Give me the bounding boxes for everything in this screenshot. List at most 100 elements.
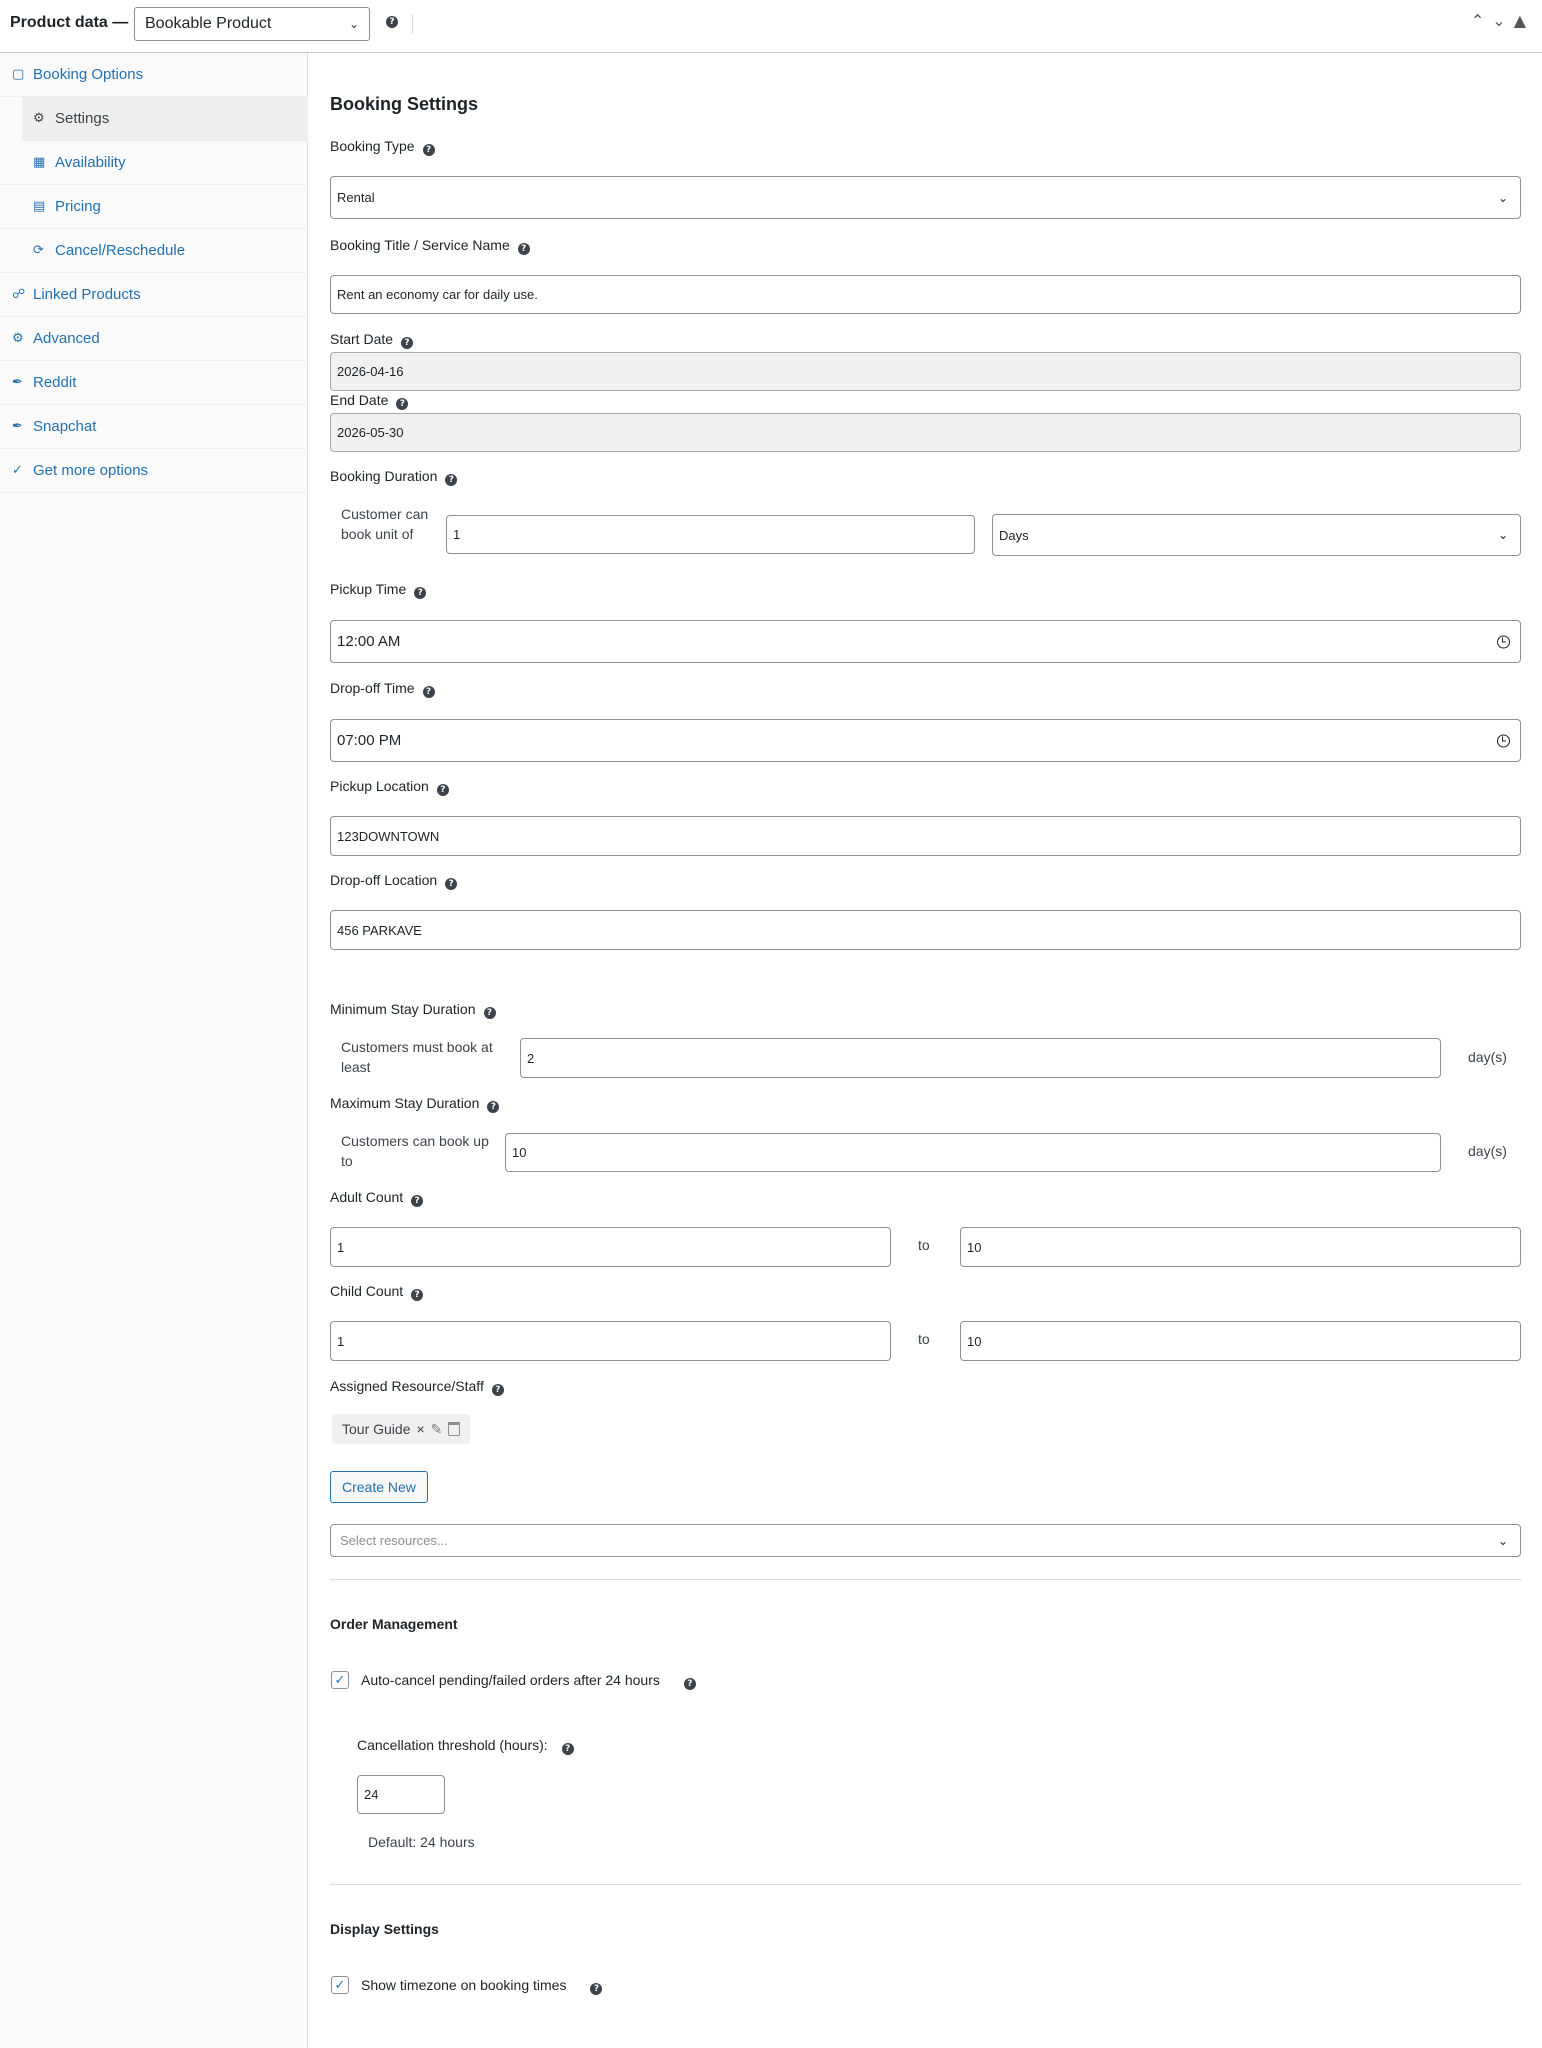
help-icon[interactable]: ? bbox=[436, 784, 449, 796]
help-icon[interactable]: ? bbox=[491, 1384, 504, 1396]
pickup-location-input[interactable]: 123DOWNTOWN bbox=[330, 816, 1521, 856]
input-value: 12:00 AM bbox=[337, 633, 401, 650]
help-icon[interactable]: ? bbox=[561, 1743, 574, 1755]
pickup-time-input[interactable]: 12:00 AM bbox=[330, 620, 1521, 663]
help-icon[interactable]: ? bbox=[411, 1195, 424, 1207]
help-icon[interactable]: ? bbox=[590, 1983, 603, 1995]
booking-type-select[interactable]: Rental ⌄ bbox=[330, 176, 1521, 219]
gear-icon: ⚙ bbox=[12, 331, 24, 346]
adult-count-label: Adult Count? bbox=[330, 1189, 424, 1207]
booking-title-input[interactable]: Rent an economy car for daily use. bbox=[330, 275, 1521, 314]
calendar-icon: ▦ bbox=[33, 155, 46, 170]
book-icon: ▢ bbox=[12, 67, 25, 82]
create-new-button[interactable]: Create New bbox=[330, 1471, 428, 1503]
threshold-input[interactable]: 24 bbox=[357, 1775, 445, 1814]
auto-cancel-checkbox[interactable]: ✓ bbox=[331, 1671, 349, 1689]
booking-duration-prefix: Customer can book unit of bbox=[341, 506, 429, 542]
child-count-min-input[interactable]: 1 bbox=[330, 1321, 891, 1361]
trash-icon[interactable] bbox=[448, 1422, 461, 1436]
adult-count-max-input[interactable]: 10 bbox=[960, 1227, 1521, 1267]
tab-linked-products[interactable]: ☍ Linked Products bbox=[0, 273, 308, 317]
plugin-icon: ✓ bbox=[12, 463, 23, 478]
booking-duration-input[interactable]: 1 bbox=[446, 515, 975, 554]
page-title: Booking Settings bbox=[330, 94, 478, 114]
field-label: Booking Duration bbox=[330, 468, 438, 484]
resource-tag-label: Tour Guide bbox=[342, 1421, 411, 1437]
tab-advanced[interactable]: ⚙ Advanced bbox=[0, 317, 308, 361]
checkbox-label: Auto-cancel pending/failed orders after … bbox=[361, 1672, 660, 1688]
clock-icon[interactable] bbox=[1497, 734, 1510, 747]
field-label: Drop-off Location bbox=[330, 872, 438, 888]
start-date-input[interactable]: 2026-04-16 bbox=[330, 352, 1521, 391]
tab-reddit[interactable]: ✒ Reddit bbox=[0, 361, 308, 405]
input-value: 10 bbox=[512, 1145, 527, 1160]
input-value: 24 bbox=[364, 1787, 379, 1802]
booking-duration-unit-select[interactable]: Days ⌄ bbox=[992, 514, 1521, 556]
show-timezone-checkbox[interactable]: ✓ bbox=[331, 1976, 349, 1994]
booking-duration-label: Booking Duration? bbox=[330, 468, 458, 486]
help-icon[interactable]: ? bbox=[414, 587, 427, 599]
end-date-input[interactable]: 2026-05-30 bbox=[330, 413, 1521, 452]
input-value: 2026-04-16 bbox=[337, 364, 404, 379]
help-icon[interactable]: ? bbox=[445, 474, 458, 486]
input-value: 1 bbox=[453, 527, 461, 542]
input-value: 456 PARKAVE bbox=[337, 922, 422, 938]
tab-cancel-reschedule[interactable]: ⟳ Cancel/Reschedule bbox=[0, 229, 308, 273]
end-date-label: End Date? bbox=[330, 392, 409, 410]
input-value: 2026-05-30 bbox=[337, 425, 404, 440]
min-stay-input[interactable]: 2 bbox=[520, 1038, 1441, 1078]
adult-count-to-label: to bbox=[918, 1237, 930, 1253]
product-data-title: Product data — bbox=[10, 14, 129, 31]
chevron-down-icon: ⌄ bbox=[1497, 190, 1508, 205]
threshold-default-note: Default: 24 hours bbox=[368, 1834, 475, 1850]
toggle-panel-icon[interactable]: ▲ bbox=[1514, 11, 1534, 30]
edit-icon[interactable]: ✎ bbox=[431, 1414, 443, 1444]
tab-booking-options[interactable]: ▢ Booking Options bbox=[0, 53, 308, 97]
child-count-max-input[interactable]: 10 bbox=[960, 1321, 1521, 1361]
move-up-icon[interactable]: ⌃ bbox=[1471, 11, 1492, 30]
tab-snapchat[interactable]: ✒ Snapchat bbox=[0, 405, 308, 449]
tab-pricing[interactable]: ▤ Pricing bbox=[0, 185, 308, 229]
help-icon[interactable]: ? bbox=[683, 1678, 696, 1690]
input-value: 2 bbox=[527, 1050, 535, 1066]
product-type-select[interactable]: Bookable Product ⌄ bbox=[134, 7, 370, 41]
section-divider bbox=[330, 1884, 1522, 1885]
refresh-icon: ⟳ bbox=[33, 243, 44, 258]
help-icon[interactable]: ? bbox=[517, 243, 530, 255]
clock-icon[interactable] bbox=[1497, 635, 1510, 648]
remove-icon[interactable]: × bbox=[416, 1414, 424, 1444]
divider bbox=[412, 14, 413, 34]
field-label: Cancellation threshold (hours): bbox=[357, 1737, 548, 1753]
field-label: Assigned Resource/Staff bbox=[330, 1378, 484, 1394]
dropoff-time-label: Drop-off Time? bbox=[330, 680, 435, 698]
field-label: Pickup Location bbox=[330, 778, 429, 794]
help-icon[interactable]: ? bbox=[411, 1289, 424, 1301]
max-stay-input[interactable]: 10 bbox=[505, 1133, 1441, 1172]
tab-label: Reddit bbox=[33, 374, 77, 391]
help-icon[interactable]: ? bbox=[386, 16, 398, 28]
select-resources-input[interactable]: Select resources... ⌄ bbox=[330, 1524, 1521, 1557]
tab-label: Booking Options bbox=[33, 66, 144, 83]
help-icon[interactable]: ? bbox=[422, 686, 435, 698]
start-date-label: Start Date? bbox=[330, 331, 414, 349]
tab-label: Snapchat bbox=[33, 418, 97, 435]
adult-count-min-input[interactable]: 1 bbox=[330, 1227, 891, 1267]
select-placeholder: Select resources... bbox=[340, 1533, 448, 1548]
pickup-location-label: Pickup Location? bbox=[330, 778, 449, 796]
tab-label: Cancel/Reschedule bbox=[55, 242, 186, 259]
product-data-header: Product data — Bookable Product ⌄ ? ⌃⌄▲ bbox=[0, 0, 1542, 53]
help-icon[interactable]: ? bbox=[401, 337, 414, 349]
dropoff-location-input[interactable]: 456 PARKAVE bbox=[330, 910, 1521, 950]
help-icon[interactable]: ? bbox=[445, 878, 458, 890]
help-icon[interactable]: ? bbox=[422, 144, 435, 156]
help-icon[interactable]: ? bbox=[396, 398, 409, 410]
tab-availability[interactable]: ▦ Availability bbox=[0, 141, 308, 185]
booking-title-label: Booking Title / Service Name? bbox=[330, 237, 530, 255]
dropoff-time-input[interactable]: 07:00 PM bbox=[330, 719, 1521, 762]
tab-get-more-options[interactable]: ✓ Get more options bbox=[0, 449, 308, 493]
help-icon[interactable]: ? bbox=[487, 1101, 500, 1113]
tab-settings[interactable]: ⚙ Settings bbox=[22, 97, 308, 141]
help-icon[interactable]: ? bbox=[483, 1007, 496, 1019]
field-label: Booking Title / Service Name bbox=[330, 237, 510, 253]
move-down-icon[interactable]: ⌄ bbox=[1492, 11, 1513, 30]
